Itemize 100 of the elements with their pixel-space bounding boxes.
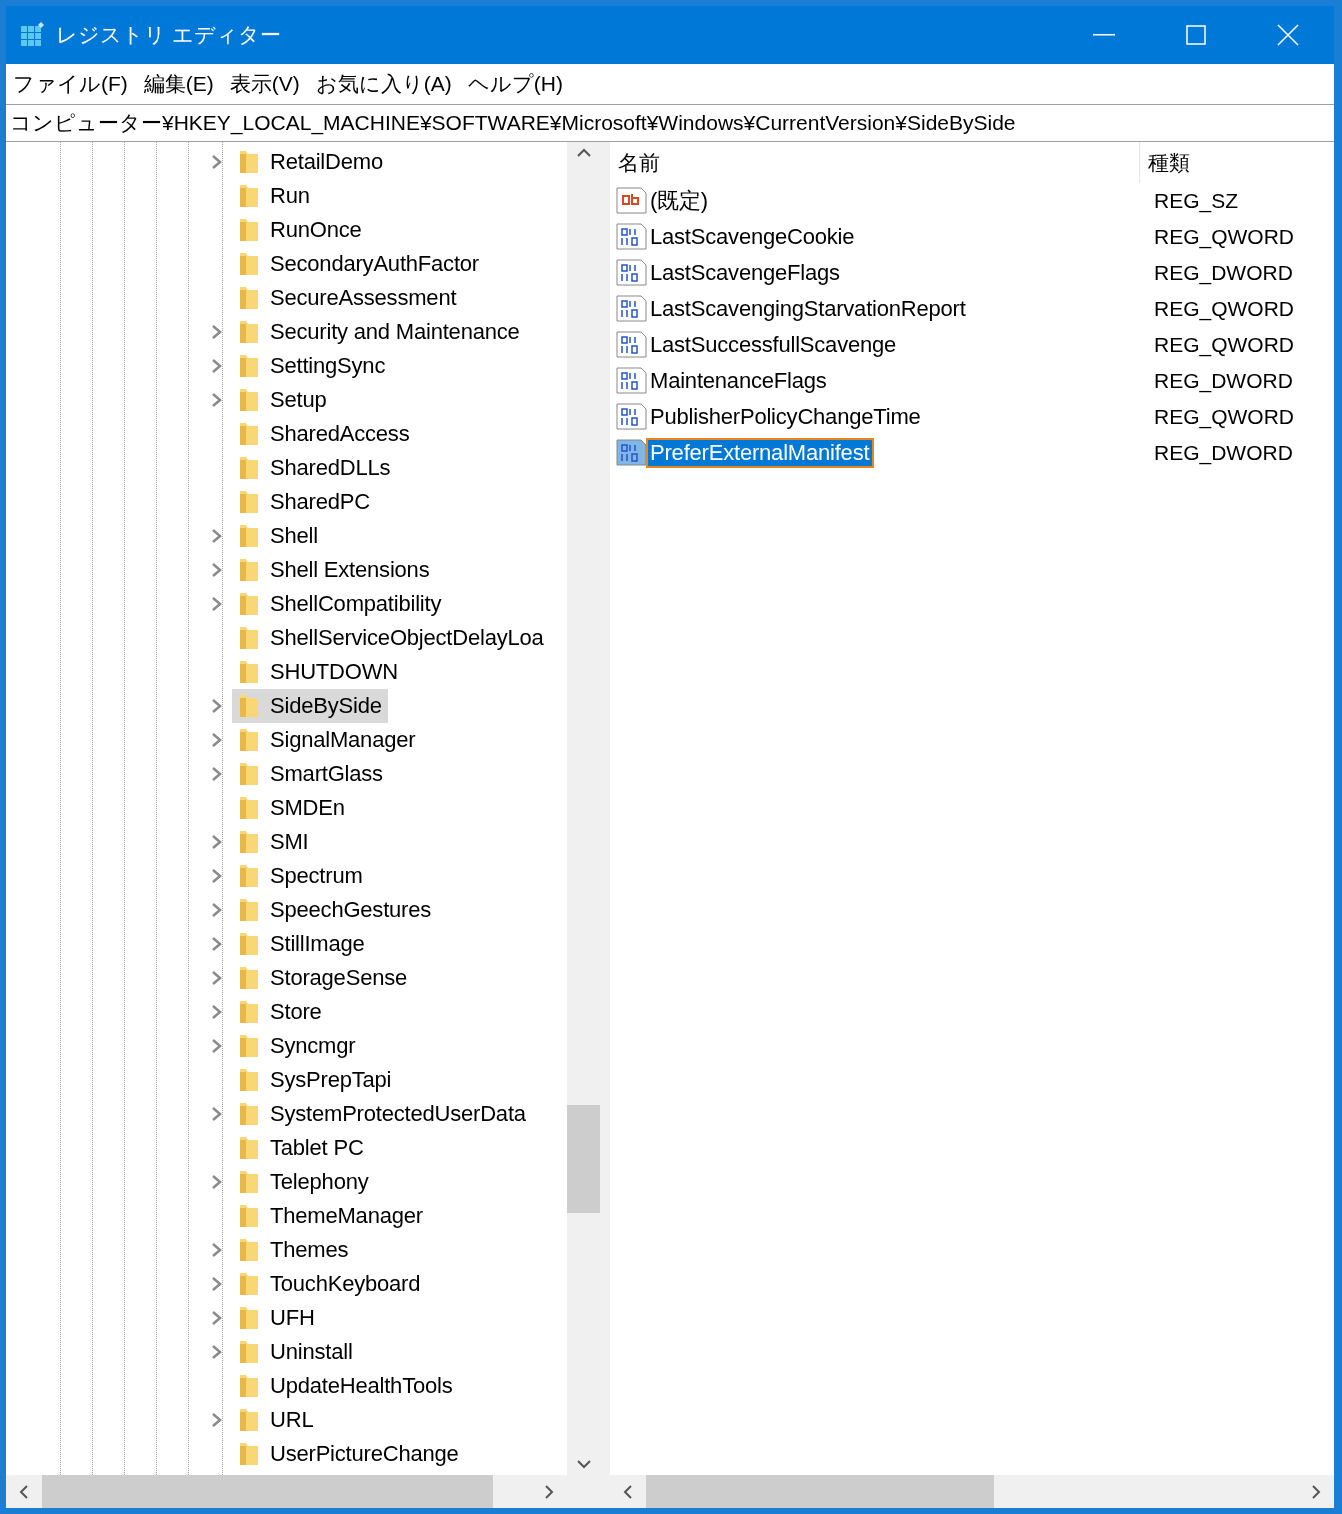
value-type: REG_DWORD [1154,369,1294,393]
chevron-icon[interactable] [210,596,224,612]
tree-node[interactable]: SharedAccess [232,417,416,451]
tree-node[interactable]: Store [232,995,328,1029]
tree-node[interactable]: SecureAssessment [232,281,463,315]
value-name[interactable]: LastScavengeCookie [648,224,858,250]
maximize-icon [1186,25,1206,45]
tree-node[interactable]: RunOnce [232,213,368,247]
folder-icon [238,557,260,583]
tree-node[interactable]: SecondaryAuthFactor [232,247,485,281]
tree-node[interactable]: SignalManager [232,723,422,757]
menu-item[interactable]: ヘルプ(H) [466,70,564,98]
value-name[interactable]: (既定) [648,186,711,216]
chevron-icon[interactable] [210,1242,224,1258]
binary-value-icon [616,402,648,432]
chevron-icon[interactable] [210,868,224,884]
chevron-icon[interactable] [210,1174,224,1190]
chevron-icon[interactable] [210,392,224,408]
value-name[interactable]: MaintenanceFlags [648,368,830,394]
tree-node[interactable]: Shell Extensions [232,553,436,587]
chevron-icon[interactable] [210,1004,224,1020]
tree-node[interactable]: Setup [232,383,333,417]
chevron-icon[interactable] [210,1276,224,1292]
tree-node[interactable]: Shell [232,519,324,553]
value-name[interactable]: LastSuccessfullScavenge [648,332,900,358]
value-type: REG_SZ [1154,189,1240,213]
address-field[interactable]: コンピューター¥HKEY_LOCAL_MACHINE¥SOFTWARE¥Microsoft¥Windows¥CurrentVersion¥SideBySide [6,104,1334,142]
menu-item[interactable]: 編集(E) [142,70,215,98]
folder-icon [238,217,260,243]
chevron-icon[interactable] [210,732,224,748]
binary-value-icon [616,294,648,324]
chevron-icon[interactable] [210,154,224,170]
scrollbar-thumb[interactable] [42,1475,493,1508]
menu-item[interactable]: 表示(V) [228,70,301,98]
tree-node[interactable]: SystemProtectedUserData [232,1097,532,1131]
tree-node[interactable]: SmartGlass [232,757,389,791]
tree-node[interactable]: UserPictureChange [232,1437,465,1471]
tree-node[interactable]: Spectrum [232,859,369,893]
tree-node[interactable]: SettingSync [232,349,392,383]
tree-node[interactable]: Tablet PC [232,1131,370,1165]
value-name[interactable]: LastScavengingStarvationReport [648,296,969,322]
tree-node[interactable]: ShellServiceObjectDelayLoa [232,621,550,655]
tree-node[interactable]: SMI [232,825,315,859]
tree-node[interactable]: Security and Maintenance [232,315,526,349]
tree-node[interactable]: SharedDLLs [232,451,397,485]
chevron-icon[interactable] [210,1344,224,1360]
value-type: REG_QWORD [1154,297,1295,321]
menu-item[interactable]: ファイル(F) [12,70,129,98]
value-name[interactable]: PublisherPolicyChangeTime [648,404,924,430]
chevron-icon[interactable] [210,936,224,952]
scrollbar-thumb[interactable] [646,1475,994,1508]
tree-node[interactable]: ThemeManager [232,1199,429,1233]
value-type: REG_QWORD [1154,405,1295,429]
tree-node[interactable]: SMDEn [232,791,351,825]
tree-node[interactable]: SideBySide [232,689,388,723]
tree-node[interactable]: RetailDemo [232,145,389,179]
folder-icon [238,489,260,515]
scrollbar-thumb[interactable] [567,1105,600,1213]
tree-node[interactable]: TouchKeyboard [232,1267,427,1301]
chevron-icon[interactable] [210,1310,224,1326]
tree-node[interactable]: Run [232,179,316,213]
chevron-icon[interactable] [210,1106,224,1122]
folder-icon [238,727,260,753]
folder-icon [238,693,260,719]
folder-icon [238,1237,260,1263]
chevron-icon[interactable] [210,358,224,374]
tree-node[interactable]: UFH [232,1301,321,1335]
folder-icon [238,523,260,549]
chevron-icon[interactable] [210,834,224,850]
horizontal-scrollbar[interactable] [6,1475,567,1508]
tree-node[interactable]: StorageSense [232,961,414,995]
chevron-icon[interactable] [210,324,224,340]
tree-node[interactable]: StillImage [232,927,371,961]
column-header[interactable]: 名前 [610,142,1140,183]
chevron-icon[interactable] [210,528,224,544]
tree-node[interactable]: Telephony [232,1165,375,1199]
chevron-icon[interactable] [210,902,224,918]
folder-icon [238,829,260,855]
chevron-icon[interactable] [210,562,224,578]
tree-node[interactable]: Uninstall [232,1335,359,1369]
tree-node[interactable]: Themes [232,1233,355,1267]
chevron-icon[interactable] [210,970,224,986]
value-name[interactable]: PreferExternalManifest [648,440,873,466]
menu-item[interactable]: お気に入り(A) [314,70,453,98]
tree-node[interactable]: ShellCompatibility [232,587,448,621]
tree-node[interactable]: Syncmgr [232,1029,362,1063]
chevron-icon[interactable] [210,766,224,782]
tree-node[interactable]: SpeechGestures [232,893,438,927]
tree-node[interactable]: UpdateHealthTools [232,1369,459,1403]
tree-node[interactable]: SysPrepTapi [232,1063,398,1097]
folder-icon [238,1441,260,1467]
value-name[interactable]: LastScavengeFlags [648,260,843,286]
column-header[interactable]: 種類 [1140,142,1334,183]
tree-node[interactable]: URL [232,1403,320,1437]
tree-node[interactable]: SharedPC [232,485,376,519]
horizontal-scrollbar[interactable] [610,1475,1334,1508]
chevron-icon[interactable] [210,698,224,714]
tree-node[interactable]: SHUTDOWN [232,655,404,689]
chevron-icon[interactable] [210,1412,224,1428]
chevron-icon[interactable] [210,1038,224,1054]
